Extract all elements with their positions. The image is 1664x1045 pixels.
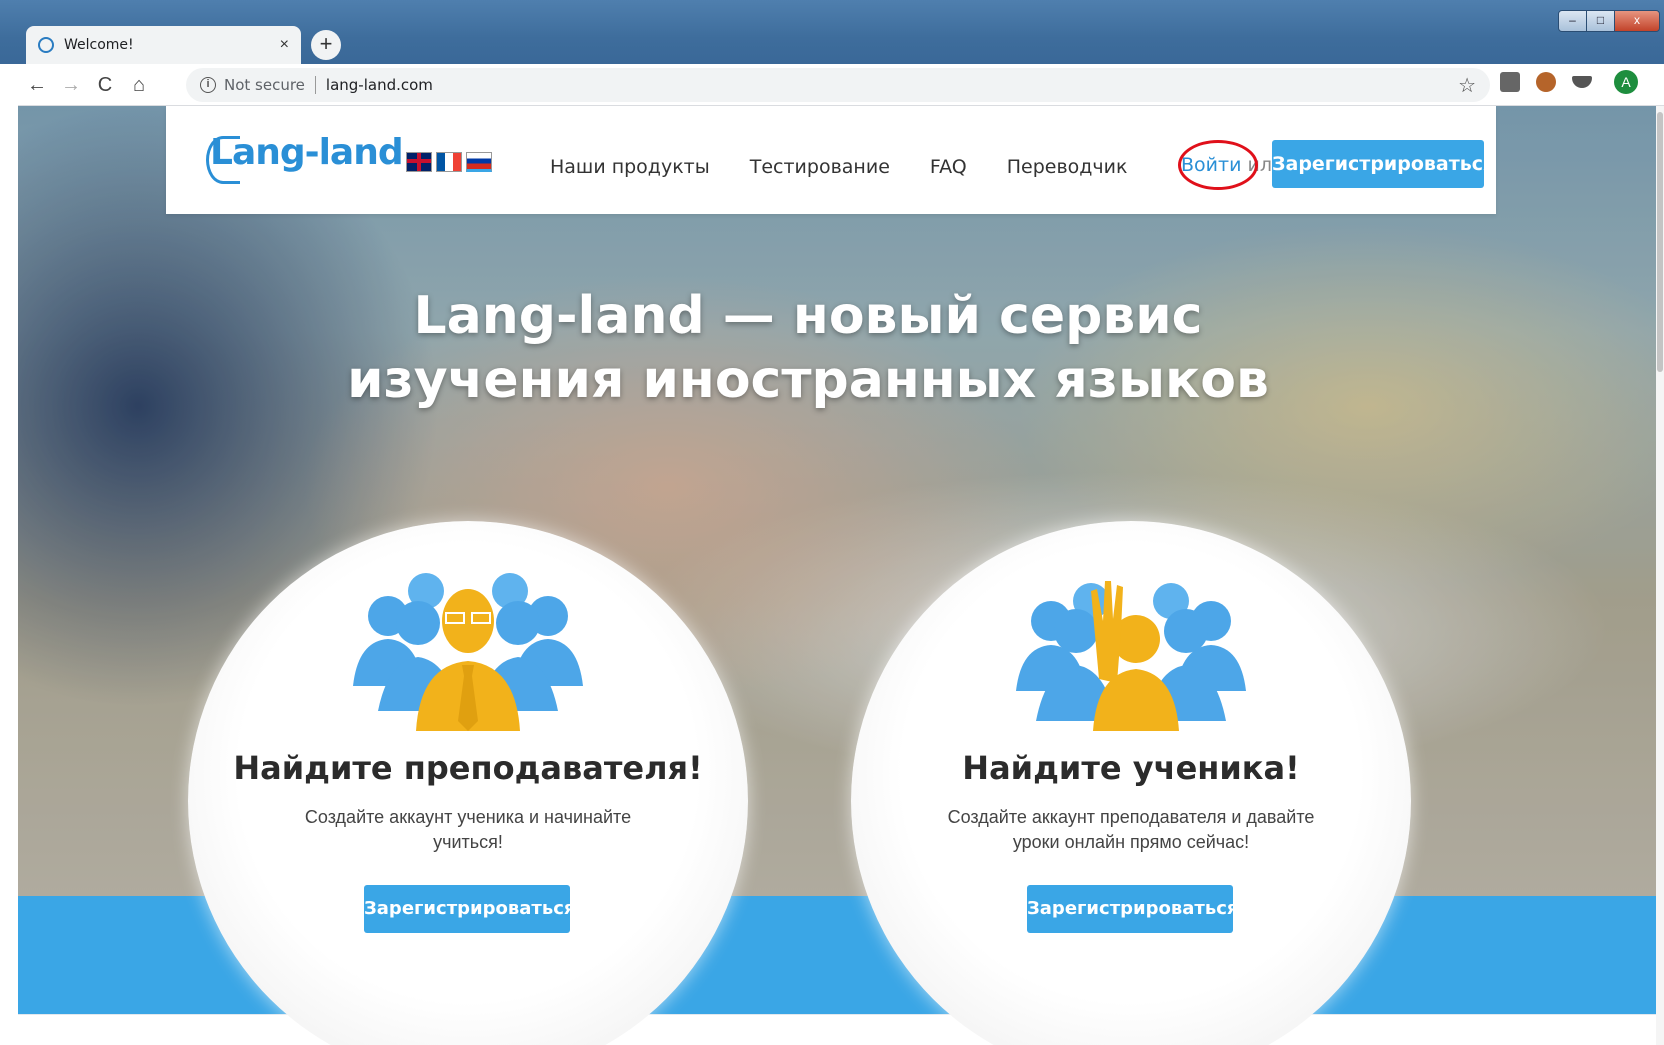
close-icon[interactable]: × [280,36,289,54]
uk-flag-icon[interactable] [406,152,432,172]
teacher-group-icon [353,573,583,731]
forward-icon[interactable]: → [56,70,86,100]
nav-products[interactable]: Наши продукты [550,156,710,178]
reload-icon[interactable]: C [90,70,120,100]
nav-translator[interactable]: Переводчик [1007,156,1128,178]
scrollbar[interactable] [1656,106,1664,1045]
main-nav: Наши продукты Тестирование FAQ Переводчи… [550,156,1127,178]
annotation-circle [1178,140,1258,190]
france-flag-icon[interactable] [436,152,462,172]
back-icon[interactable]: ← [22,70,52,100]
window-controls: – □ x [1558,10,1660,32]
extension-icon[interactable] [1536,72,1556,92]
card-title: Найдите ученика! [962,749,1300,787]
site-header: Lang-land Наши продукты Тестирование FAQ… [166,106,1496,214]
card-text: Создайте аккаунт преподавателя и давайте… [947,807,1315,852]
minimize-button[interactable]: – [1559,11,1587,31]
header-register-button[interactable]: Зарегистрироваться [1272,140,1495,188]
russia-flag-icon[interactable] [466,152,492,172]
home-icon[interactable]: ⌂ [124,70,154,100]
url-text[interactable]: lang-land.com [326,76,433,94]
browser-window: Welcome! × + – □ x ← → C ⌂ i Not secure … [0,0,1664,1045]
extension-icon[interactable] [1500,72,1520,92]
student-register-button[interactable]: Зарегистрироваться [364,885,575,933]
profile-avatar[interactable]: A [1614,70,1638,94]
headline-line-1: Lang-land — новый сервис [413,286,1203,346]
page-viewport: Lang-land Наши продукты Тестирование FAQ… [18,106,1664,1045]
site-logo[interactable]: Lang-land [210,132,404,173]
nav-testing[interactable]: Тестирование [750,156,890,178]
extensions-area: A ⋮ [1500,70,1664,94]
maximize-button[interactable]: □ [1587,11,1615,31]
extension-icon[interactable] [1572,76,1592,88]
scroll-thumb[interactable] [1657,112,1663,372]
browser-tab[interactable]: Welcome! × [26,26,301,64]
title-bar: Welcome! × + – □ x [0,0,1664,64]
card-text: Создайте аккаунт ученика и начинайте учи… [304,807,632,852]
card-title: Найдите преподавателя! [233,749,703,787]
hero-headline: Lang-land — новый сервис изучения иностр… [18,284,1598,412]
favicon-icon [38,37,54,53]
new-tab-button[interactable]: + [311,30,341,60]
info-icon[interactable]: i [200,77,216,93]
language-switcher [406,152,492,172]
nav-faq[interactable]: FAQ [930,156,967,178]
teacher-register-button[interactable]: Зарегистрироваться [1027,885,1238,933]
content-strip [18,1014,1664,1045]
security-label: Not secure [224,76,316,94]
headline-line-2: изучения иностранных языков [347,350,1269,410]
browser-toolbar: ← → C ⌂ i Not secure lang-land.com ☆ A ⋮ [18,64,1664,106]
student-group-icon [1016,581,1246,731]
address-bar[interactable]: i Not secure lang-land.com ☆ [186,68,1490,102]
window-close-button[interactable]: x [1615,11,1659,31]
tab-title: Welcome! [64,37,134,53]
bookmark-star-icon[interactable]: ☆ [1458,73,1476,98]
